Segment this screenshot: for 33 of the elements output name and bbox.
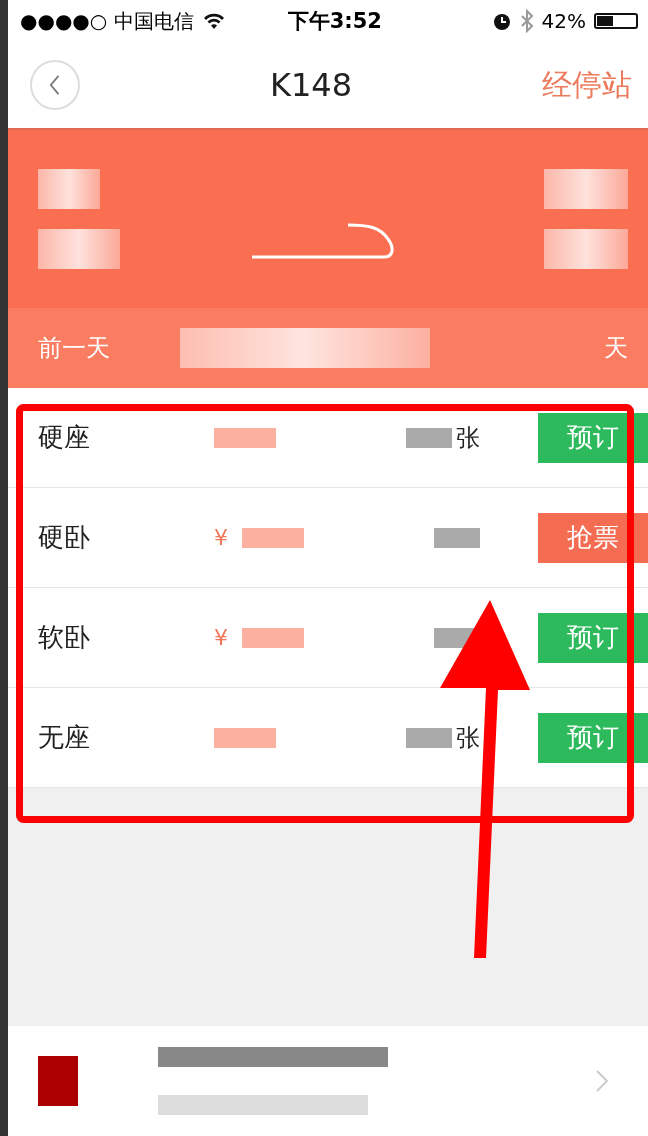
- pixelated-block: [214, 427, 276, 448]
- pixelated-block: [242, 627, 304, 648]
- pixelated-block: [406, 727, 452, 748]
- seat-type-text: 硬卧: [38, 521, 91, 554]
- alarm-icon: [491, 11, 512, 31]
- battery-icon: [594, 13, 638, 29]
- book-button[interactable]: 预订: [538, 412, 648, 463]
- train-number-title: K148: [268, 66, 354, 104]
- pixelated-block: [38, 1056, 78, 1106]
- pixelated-block: [38, 169, 100, 209]
- pixelated-block: [406, 427, 452, 448]
- previous-day-button[interactable]: 前一天: [38, 332, 110, 364]
- pixelated-block: [242, 527, 304, 548]
- seat-type-text: 硬座: [38, 421, 91, 454]
- back-button[interactable]: [30, 60, 80, 110]
- pixelated-block: [214, 727, 276, 748]
- stops-link[interactable]: 经停站: [542, 64, 632, 106]
- price-text: ¥: [214, 525, 228, 550]
- seat-type-text: 软卧: [38, 621, 91, 654]
- ticket-count-text: 张: [456, 422, 480, 454]
- bluetooth-icon: [519, 9, 534, 33]
- clock-text: 下午3:52: [287, 8, 382, 35]
- pixelated-block: [434, 527, 480, 548]
- chevron-right-icon: [596, 1070, 608, 1092]
- next-day-button[interactable]: 天: [604, 332, 628, 364]
- seat-type-text: 无座: [38, 721, 91, 754]
- carrier-text: ●●●●○ 中国电信: [20, 7, 194, 35]
- grab-ticket-button[interactable]: 抢票: [538, 512, 648, 563]
- book-button[interactable]: 预订: [538, 712, 648, 763]
- battery-text: 42%: [541, 9, 586, 33]
- book-button[interactable]: 预订: [538, 612, 648, 663]
- price-text: ¥: [214, 625, 228, 650]
- ticket-count-text: 张: [456, 722, 480, 754]
